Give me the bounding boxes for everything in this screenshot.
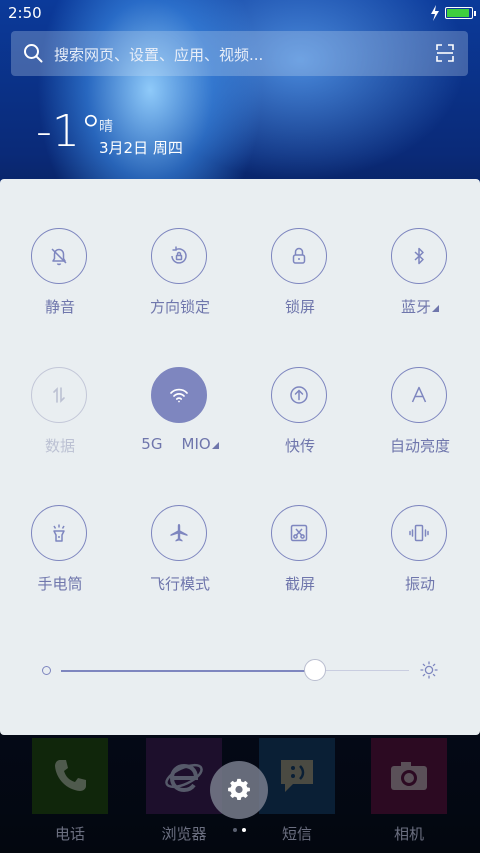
dock-label-messages: 短信 xyxy=(281,825,312,843)
tile-wifi[interactable]: 5G MIO xyxy=(120,367,240,477)
upload-icon xyxy=(290,386,308,404)
tile-mute-button[interactable] xyxy=(31,228,87,284)
weather-temperature[interactable]: -1° xyxy=(36,106,102,157)
tile-wifi-ssid: 5G MIO xyxy=(141,435,211,453)
tile-lock-screen[interactable]: 锁屏 xyxy=(240,228,360,338)
pager-dot-2 xyxy=(242,828,246,832)
messages-app-tile[interactable] xyxy=(259,738,335,814)
brightness-slider-track[interactable] xyxy=(315,670,409,671)
tile-wifi-label: 5G MIO xyxy=(120,435,240,453)
weather-date: 3月2日 周四 xyxy=(99,139,183,157)
quick-settings-panel: 静音 方向锁定 锁屏 蓝牙 数据 5G MIO 快传 自动亮度 手电筒 飞行模式… xyxy=(0,179,480,735)
tile-flashlight-label: 手电筒 xyxy=(37,575,83,593)
tile-screenshot-button[interactable] xyxy=(271,505,327,561)
gear-icon xyxy=(228,778,250,800)
tile-quick-share[interactable]: 快传 xyxy=(240,367,360,477)
tile-rotation-lock-label: 方向锁定 xyxy=(149,298,210,316)
scan-icon[interactable] xyxy=(436,44,454,62)
menu-indicator-icon xyxy=(211,442,219,449)
scissors-icon xyxy=(290,524,308,542)
camera-app-tile[interactable] xyxy=(371,738,447,814)
tile-flashlight[interactable]: 手电筒 xyxy=(0,505,120,615)
dock-app-camera[interactable]: 相机 xyxy=(371,738,447,848)
settings-button[interactable] xyxy=(210,761,268,819)
tile-data-button[interactable] xyxy=(31,367,87,423)
vibrate-icon xyxy=(409,524,429,542)
tile-bluetooth[interactable]: 蓝牙 xyxy=(360,228,480,338)
tile-vibrate[interactable]: 振动 xyxy=(360,505,480,615)
brightness-slider-thumb[interactable] xyxy=(304,659,327,681)
flashlight-icon xyxy=(53,524,65,542)
tile-airplane-mode[interactable]: 飞行模式 xyxy=(120,505,240,615)
dock-label-phone: 电话 xyxy=(54,825,85,843)
tile-auto-brightness-label: 自动亮度 xyxy=(389,437,450,455)
tile-lock-screen-button[interactable] xyxy=(271,228,327,284)
tile-bluetooth-label: 蓝牙 xyxy=(360,296,480,317)
pager-dot-1 xyxy=(233,828,237,832)
tile-vibrate-label: 振动 xyxy=(404,575,435,593)
camera-icon xyxy=(391,762,427,790)
tile-flashlight-button[interactable] xyxy=(31,505,87,561)
tile-bluetooth-text: 蓝牙 xyxy=(400,298,431,316)
data-transfer-icon xyxy=(53,387,65,403)
status-time: 2:50 xyxy=(8,4,42,22)
tile-wifi-button[interactable] xyxy=(151,367,207,423)
search-icon xyxy=(24,44,43,63)
message-icon xyxy=(281,760,313,792)
status-bar: 2:50 xyxy=(0,0,480,28)
tile-auto-brightness-button[interactable] xyxy=(391,367,447,423)
battery-level xyxy=(447,9,469,17)
search-placeholder: 搜索网页、设置、应用、视频... xyxy=(54,46,264,64)
weather-condition: 晴 xyxy=(99,119,113,135)
tile-screenshot-label: 截屏 xyxy=(284,575,315,593)
tile-airplane-mode-label: 飞行模式 xyxy=(149,575,210,593)
tile-airplane-mode-button[interactable] xyxy=(151,505,207,561)
browser-app-tile[interactable] xyxy=(146,738,222,814)
bell-off-icon xyxy=(51,248,67,266)
dock-app-phone[interactable]: 电话 xyxy=(32,738,108,848)
lock-icon xyxy=(292,247,306,264)
tile-mute-label: 静音 xyxy=(44,298,75,316)
dock-app-messages[interactable]: 短信 xyxy=(259,738,335,848)
brightness-max-icon xyxy=(420,661,438,679)
brightness-min-icon xyxy=(42,666,51,675)
tile-rotation-lock[interactable]: 方向锁定 xyxy=(120,228,240,338)
tile-screenshot[interactable]: 截屏 xyxy=(240,505,360,615)
tile-data[interactable]: 数据 xyxy=(0,367,120,477)
browser-icon xyxy=(165,763,203,793)
phone-icon xyxy=(55,760,86,791)
wifi-icon xyxy=(170,388,188,403)
tile-bluetooth-button[interactable] xyxy=(391,228,447,284)
brightness-slider-fill[interactable] xyxy=(61,670,316,672)
dock-label-camera: 相机 xyxy=(393,825,424,843)
charging-icon xyxy=(431,5,439,21)
auto-brightness-icon xyxy=(411,386,427,403)
tile-vibrate-button[interactable] xyxy=(391,505,447,561)
dock-label-browser: 浏览器 xyxy=(161,825,207,843)
menu-indicator-icon xyxy=(432,305,439,312)
battery-icon xyxy=(445,7,476,19)
tile-data-label: 数据 xyxy=(44,437,75,455)
tile-auto-brightness[interactable]: 自动亮度 xyxy=(360,367,480,477)
rotation-lock-icon xyxy=(171,246,187,264)
search-bar[interactable]: 搜索网页、设置、应用、视频... xyxy=(11,31,468,76)
tile-quick-share-label: 快传 xyxy=(284,437,315,455)
tile-lock-screen-label: 锁屏 xyxy=(284,298,315,316)
bluetooth-icon xyxy=(414,247,424,265)
tile-quick-share-button[interactable] xyxy=(271,367,327,423)
phone-app-tile[interactable] xyxy=(32,738,108,814)
tile-mute[interactable]: 静音 xyxy=(0,228,120,338)
tile-rotation-lock-button[interactable] xyxy=(151,228,207,284)
airplane-icon xyxy=(170,524,188,542)
